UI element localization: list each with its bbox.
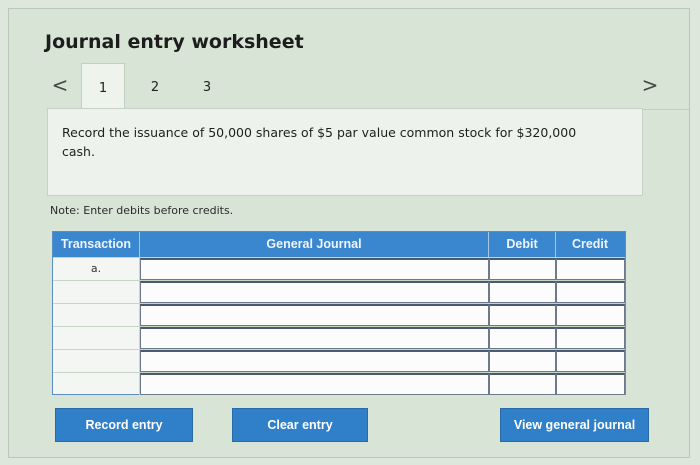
col-general-journal: General Journal	[140, 232, 489, 257]
note-text: Note: Enter debits before credits.	[50, 204, 234, 217]
col-transaction: Transaction	[53, 232, 140, 257]
account-input[interactable]	[140, 258, 489, 280]
credit-input[interactable]	[556, 258, 625, 280]
table-row	[53, 280, 625, 303]
table-row	[53, 326, 625, 349]
debit-input[interactable]	[489, 304, 556, 326]
debit-input[interactable]	[489, 258, 556, 280]
transaction-cell: a.	[53, 258, 140, 280]
account-input[interactable]	[140, 327, 489, 349]
transaction-cell	[53, 281, 140, 303]
credit-input[interactable]	[556, 327, 625, 349]
transaction-cell	[53, 373, 140, 395]
clear-entry-button[interactable]: Clear entry	[232, 408, 368, 442]
tab-2[interactable]: 2	[133, 63, 177, 109]
table-row: a.	[53, 257, 625, 280]
debit-input[interactable]	[489, 373, 556, 395]
debit-input[interactable]	[489, 327, 556, 349]
account-input[interactable]	[140, 281, 489, 303]
transaction-cell	[53, 304, 140, 326]
account-input[interactable]	[140, 350, 489, 372]
account-input[interactable]	[140, 304, 489, 326]
transaction-cell	[53, 350, 140, 372]
credit-input[interactable]	[556, 373, 625, 395]
record-entry-button[interactable]: Record entry	[55, 408, 193, 442]
debit-input[interactable]	[489, 350, 556, 372]
journal-header: Transaction General Journal Debit Credit	[53, 232, 625, 257]
table-row	[53, 349, 625, 372]
table-row	[53, 303, 625, 326]
worksheet-title: Journal entry worksheet	[45, 31, 304, 53]
prompt-text: Record the issuance of 50,000 shares of …	[62, 125, 577, 159]
credit-input[interactable]	[556, 281, 625, 303]
col-debit: Debit	[489, 232, 556, 257]
tab-1[interactable]: 1	[81, 63, 125, 109]
debit-input[interactable]	[489, 281, 556, 303]
worksheet-panel: Journal entry worksheet < > 1 2 3 Record…	[8, 8, 690, 458]
tab-bar: 1 2 3	[81, 63, 689, 110]
prompt-box: Record the issuance of 50,000 shares of …	[47, 108, 643, 196]
col-credit: Credit	[571, 237, 609, 251]
prev-arrow-icon[interactable]: <	[49, 73, 71, 97]
tab-3[interactable]: 3	[185, 63, 229, 109]
view-general-journal-button[interactable]: View general journal	[500, 408, 649, 442]
table-row	[53, 372, 625, 395]
account-input[interactable]	[140, 373, 489, 395]
credit-input[interactable]	[556, 350, 625, 372]
journal-table: Transaction General Journal Debit Credit…	[52, 231, 626, 395]
credit-input[interactable]	[556, 304, 625, 326]
transaction-cell	[53, 327, 140, 349]
